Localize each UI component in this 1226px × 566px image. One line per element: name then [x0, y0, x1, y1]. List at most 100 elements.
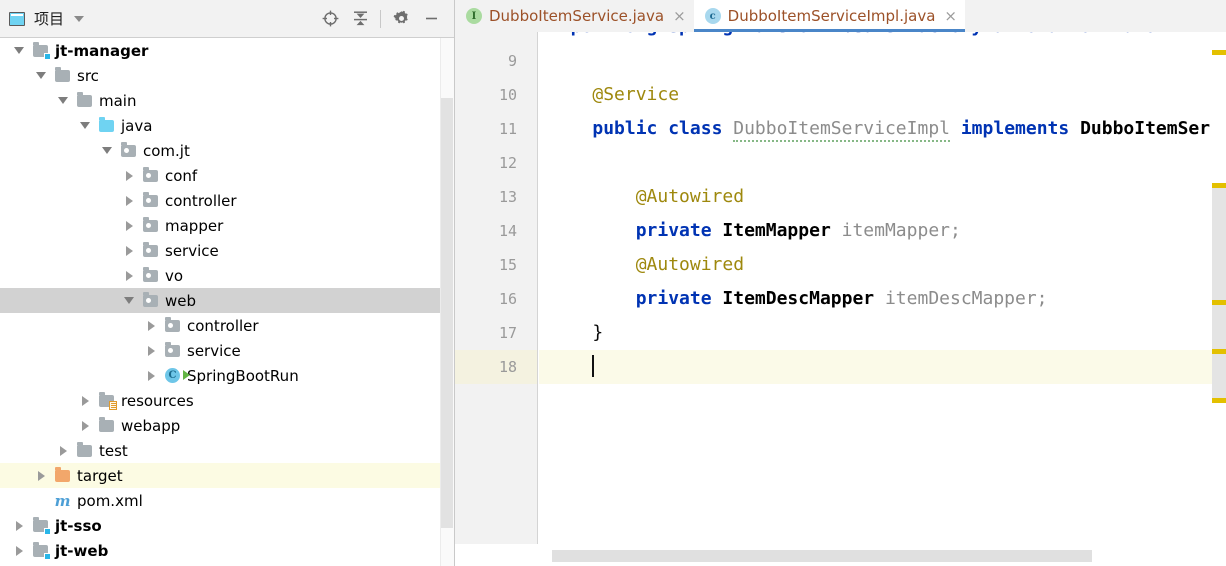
tree-node-controller[interactable]: controller [0, 313, 454, 338]
expand-arrow-icon[interactable] [140, 345, 162, 356]
code-line[interactable]: public class DubboItemServiceImpl implem… [539, 112, 1226, 146]
editor-horizontal-scrollbar[interactable] [455, 544, 1226, 566]
expand-arrow-icon[interactable] [30, 470, 52, 481]
tree-node-springbootrun[interactable]: C SpringBootRun [0, 363, 454, 388]
tree-node-test[interactable]: test [0, 438, 454, 463]
code-token: @Autowired [635, 254, 745, 275]
locate-target-icon[interactable] [315, 5, 345, 33]
warning-marker[interactable] [1212, 50, 1226, 55]
toolbar-separator [380, 9, 381, 28]
editor-tab-dubboitemservice[interactable]: I DubboItemService.java × [455, 0, 694, 32]
gutter-line-number: 14 [498, 222, 517, 240]
editor-code[interactable]: import org.springframework.beans.factory… [539, 32, 1226, 544]
editor-gutter[interactable]: 8 9 10 11 12 13 14 15 16 17 18 [455, 32, 538, 544]
package-icon [162, 341, 183, 357]
tree-node-vo[interactable]: vo [0, 263, 454, 288]
expand-arrow-icon[interactable] [74, 420, 96, 431]
code-line[interactable]: import org.springframework.beans.factory… [539, 32, 1226, 44]
editor-scrollbar-thumb[interactable] [1212, 188, 1226, 402]
tree-node-service[interactable]: service [0, 338, 454, 363]
code-token: private [635, 288, 723, 309]
code-line[interactable]: private ItemMapper itemMapper; [539, 214, 1226, 248]
collapse-arrow-icon[interactable] [118, 297, 140, 304]
source-folder-icon [96, 116, 117, 132]
run-arrow-icon[interactable] [183, 370, 190, 380]
gutter-line-number: 16 [498, 290, 517, 308]
gutter-line-number: 18 [498, 358, 517, 376]
code-line[interactable] [539, 146, 1226, 180]
expand-arrow-icon[interactable] [118, 270, 140, 281]
tree-node-mapper[interactable]: mapper [0, 213, 454, 238]
tree-node-label: conf [165, 166, 198, 185]
tree-node-conf[interactable]: conf [0, 163, 454, 188]
tree-node-jt-sso[interactable]: jt-sso [0, 513, 454, 538]
tree-node-target[interactable]: target [0, 463, 454, 488]
warning-marker[interactable] [1212, 183, 1226, 188]
editor-warning-stripe[interactable] [1212, 32, 1226, 544]
folder-icon [74, 91, 95, 107]
code-line[interactable]: @Autowired [539, 180, 1226, 214]
tree-node-web[interactable]: web [0, 288, 454, 313]
chevron-down-icon[interactable] [74, 15, 85, 22]
project-tree-scrollbar-thumb[interactable] [441, 98, 453, 528]
expand-arrow-icon[interactable] [118, 195, 140, 206]
code-line[interactable]: @Autowired [539, 248, 1226, 282]
expand-arrow-icon[interactable] [140, 370, 162, 381]
code-token: @Autowired [635, 186, 745, 207]
collapse-arrow-icon[interactable] [74, 122, 96, 129]
tree-node-webapp[interactable]: webapp [0, 413, 454, 438]
warning-marker[interactable] [1212, 349, 1226, 354]
editor-tab-label: DubboItemServiceImpl.java [727, 7, 936, 25]
code-line[interactable]: } [539, 316, 1226, 350]
tree-node-main[interactable]: main [0, 88, 454, 113]
collapse-arrow-icon[interactable] [52, 97, 74, 104]
package-icon [140, 241, 161, 257]
collapse-arrow-icon[interactable] [8, 47, 30, 54]
package-icon [118, 141, 139, 157]
expand-arrow-icon[interactable] [140, 320, 162, 331]
close-icon[interactable]: × [944, 7, 957, 25]
project-panel-icon [9, 11, 25, 26]
tree-node-label: resources [121, 391, 194, 410]
tree-node-jt-manager[interactable]: jt-manager [0, 38, 454, 63]
collapse-arrow-icon[interactable] [30, 72, 52, 79]
code-token: itemDescMapper; [884, 288, 1048, 309]
editor-tab-dubboitemserviceimpl[interactable]: c DubboItemServiceImpl.java × [693, 0, 966, 32]
editor-viewport[interactable]: 8 9 10 11 12 13 14 15 16 17 18 import org.springfr… [455, 32, 1226, 544]
expand-arrow-icon[interactable] [52, 445, 74, 456]
tree-node-src[interactable]: src [0, 63, 454, 88]
tree-node-label: src [77, 66, 99, 85]
expand-arrow-icon[interactable] [118, 220, 140, 231]
expand-arrow-icon[interactable] [8, 545, 30, 556]
tree-node-com-jt[interactable]: com.jt [0, 138, 454, 163]
collapse-all-icon[interactable] [345, 5, 375, 33]
code-line[interactable]: @Service [539, 78, 1226, 112]
tree-node-controller[interactable]: controller [0, 188, 454, 213]
collapse-arrow-icon[interactable] [96, 147, 118, 154]
tree-node-jt-web[interactable]: jt-web [0, 538, 454, 563]
warning-marker[interactable] [1212, 300, 1226, 305]
editor-tab-label: DubboItemService.java [489, 7, 665, 25]
code-line[interactable] [539, 44, 1226, 78]
code-line[interactable]: private ItemDescMapper itemDescMapper; [539, 282, 1226, 316]
project-tree-scrollbar[interactable] [440, 38, 454, 566]
gear-icon[interactable] [386, 5, 416, 33]
expand-arrow-icon[interactable] [8, 520, 30, 531]
editor-horizontal-scrollbar-thumb[interactable] [552, 550, 1092, 562]
expand-arrow-icon[interactable] [118, 245, 140, 256]
code-token: ItemDescMapper [722, 288, 885, 309]
warning-marker[interactable] [1212, 398, 1226, 403]
code-line[interactable] [539, 350, 1226, 384]
tree-node-service[interactable]: service [0, 238, 454, 263]
minimize-icon[interactable] [416, 5, 446, 33]
ide-window: 项目 jt-manager src main java com.jt conf … [0, 0, 1226, 566]
expand-arrow-icon[interactable] [74, 395, 96, 406]
expand-arrow-icon[interactable] [118, 170, 140, 181]
java-class-icon: c [704, 8, 721, 24]
project-tree-scroll[interactable]: jt-manager src main java com.jt conf controlle… [0, 38, 454, 566]
tree-node-resources[interactable]: resources [0, 388, 454, 413]
tree-node-label: SpringBootRun [187, 366, 299, 385]
tree-node-java[interactable]: java [0, 113, 454, 138]
close-icon[interactable]: × [673, 7, 686, 25]
tree-node-pom-xml[interactable]: m pom.xml [0, 488, 454, 513]
